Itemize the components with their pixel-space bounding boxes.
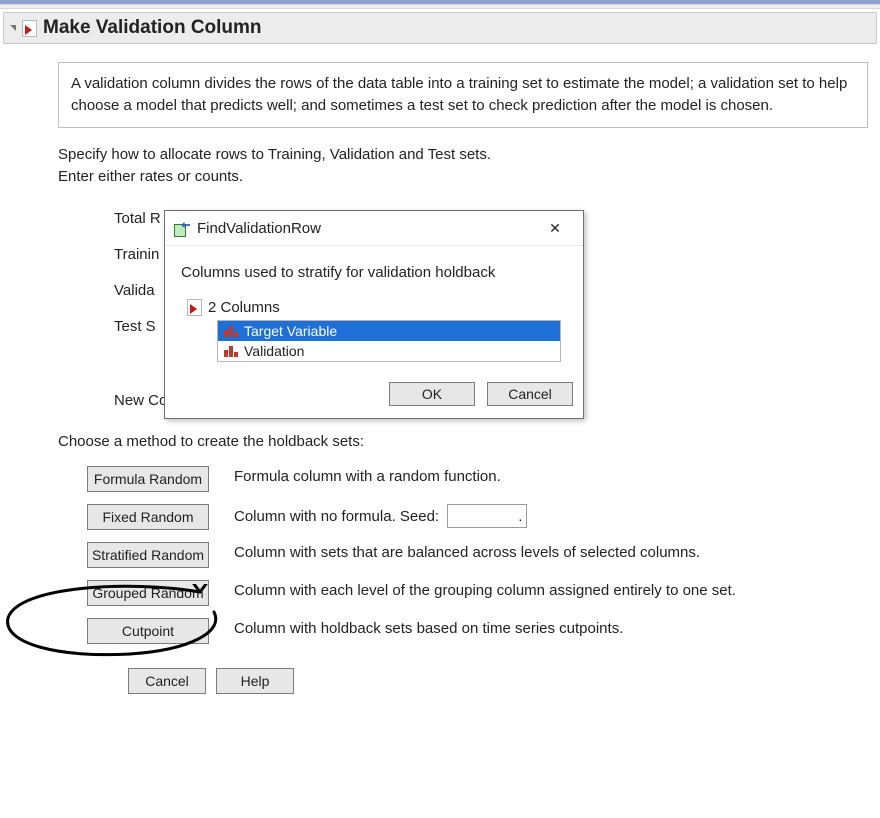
section-title: Make Validation Column (43, 17, 262, 39)
column-icon (224, 326, 238, 337)
list-item-label: Target Variable (244, 323, 337, 339)
dialog-title: FindValidationRow (197, 220, 535, 237)
formula-random-button[interactable]: Formula Random (87, 466, 209, 492)
red-triangle-menu-icon[interactable] (22, 20, 37, 37)
formula-random-desc: Formula column with a random function. (226, 460, 744, 498)
cutpoint-button[interactable]: Cutpoint (87, 618, 209, 644)
stratified-random-button[interactable]: Stratified Random (87, 542, 209, 568)
fixed-random-desc: Column with no formula. Seed: (234, 508, 439, 525)
disclosure-triangle-icon[interactable] (10, 25, 16, 31)
list-item[interactable]: Target Variable (218, 321, 560, 341)
instruction-line-1: Specify how to allocate rows to Training… (58, 144, 880, 167)
method-section-title: Choose a method to create the holdback s… (58, 433, 880, 450)
stratify-dialog: FindValidationRow ✕ Columns used to stra… (164, 210, 584, 419)
cutpoint-desc: Column with holdback sets based on time … (226, 612, 744, 650)
dialog-message: Columns used to stratify for validation … (181, 264, 571, 281)
seed-input[interactable] (447, 504, 527, 528)
help-button[interactable]: Help (216, 668, 294, 694)
red-triangle-menu-icon[interactable] (187, 299, 202, 316)
close-icon[interactable]: ✕ (535, 217, 575, 239)
section-header[interactable]: Make Validation Column (3, 12, 877, 44)
columns-list[interactable]: Target Variable Validation (217, 320, 561, 362)
stratified-random-desc: Column with sets that are balanced acros… (226, 536, 744, 574)
dialog-cancel-button[interactable]: Cancel (487, 382, 573, 406)
description-box: A validation column divides the rows of … (58, 62, 868, 128)
columns-count-label: 2 Columns (208, 299, 280, 316)
grouped-random-desc: Column with each level of the grouping c… (226, 574, 744, 612)
column-icon (224, 346, 238, 357)
instruction-line-2: Enter either rates or counts. (58, 166, 880, 189)
list-item-label: Validation (244, 343, 304, 359)
app-icon (173, 220, 189, 236)
cancel-button[interactable]: Cancel (128, 668, 206, 694)
ok-button[interactable]: OK (389, 382, 475, 406)
list-item[interactable]: Validation (218, 341, 560, 361)
fixed-random-button[interactable]: Fixed Random (87, 504, 209, 530)
grouped-random-button[interactable]: Grouped Random (87, 580, 209, 606)
